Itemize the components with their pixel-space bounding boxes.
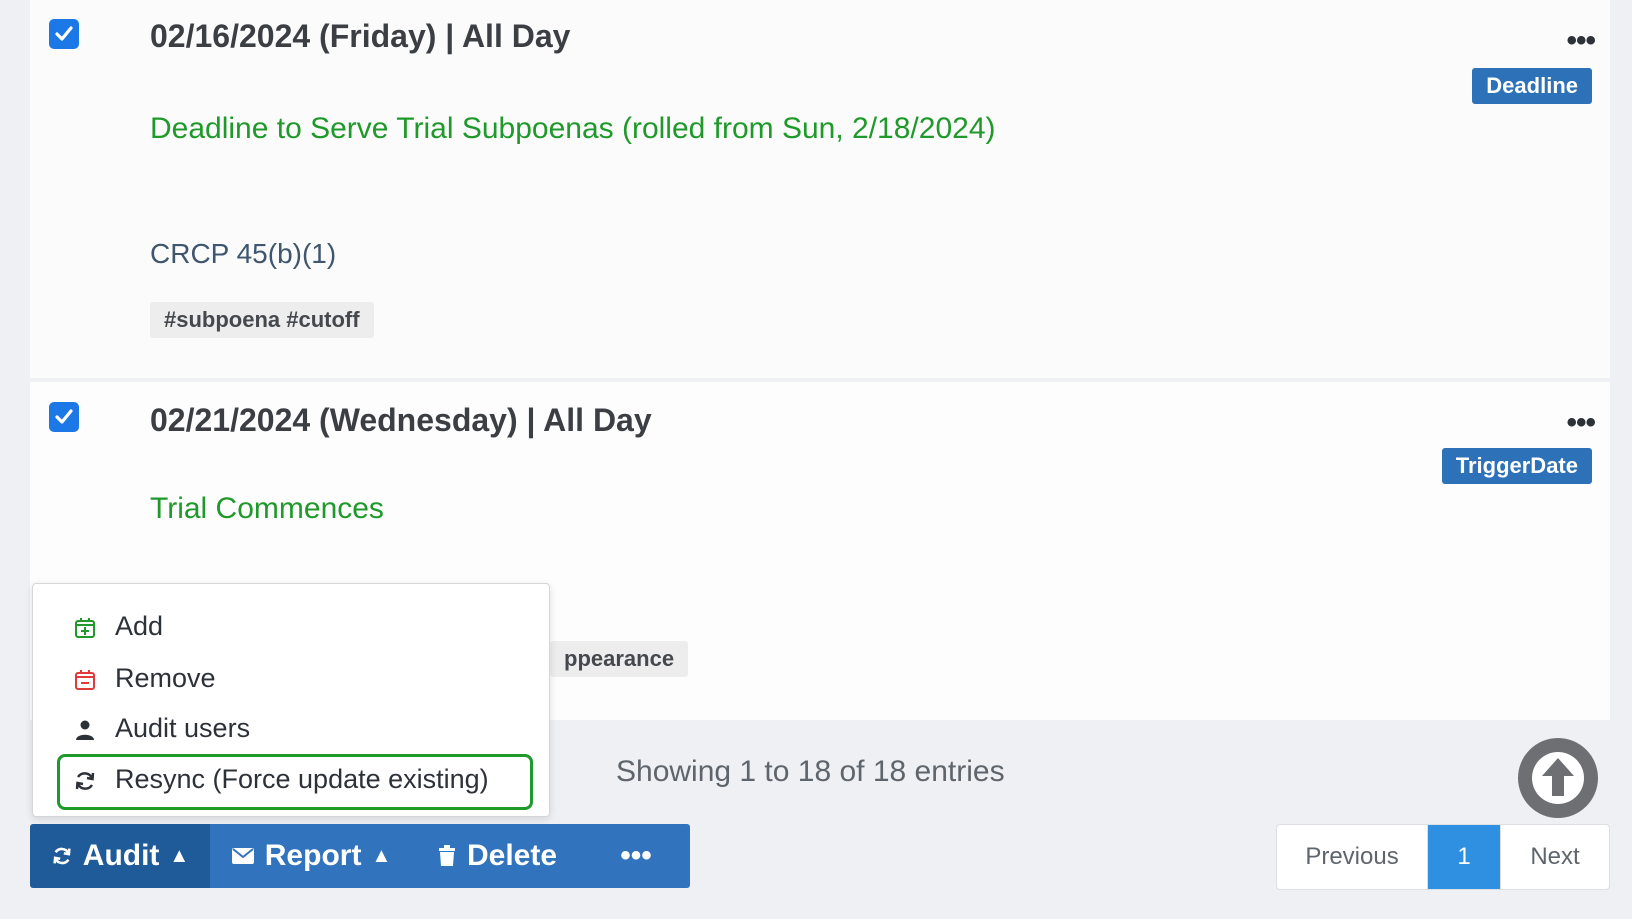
resync-label: Resync (Force update existing) xyxy=(115,764,489,794)
audit-dropdown-menu: Add Remove Audit users Resync (Force upd… xyxy=(32,583,550,817)
event-title[interactable]: Trial Commences xyxy=(150,492,384,526)
event-type-badge: Deadline xyxy=(1472,68,1592,104)
previous-page-button[interactable]: Previous xyxy=(1277,825,1427,889)
event-rule: CRCP 45(b)(1) xyxy=(150,238,337,269)
event-date: 02/21/2024 (Wednesday) | All Day xyxy=(150,402,652,438)
refresh-icon xyxy=(53,847,71,865)
bulk-action-toolbar: Audit ▲ Report ▲ Delete ••• xyxy=(30,824,690,888)
scroll-to-top-button[interactable] xyxy=(1518,738,1598,818)
report-button-label: Report xyxy=(264,839,362,872)
audit-button[interactable]: Audit ▲ xyxy=(30,824,210,888)
resync-item[interactable]: Resync (Force update existing) xyxy=(73,757,489,801)
event-title[interactable]: Deadline to Serve Trial Subpoenas (rolle… xyxy=(150,112,996,146)
user-icon xyxy=(73,718,101,742)
pagination: Previous 1 Next xyxy=(1276,824,1610,890)
audit-users-item[interactable]: Audit users xyxy=(73,706,250,750)
audit-remove-item[interactable]: Remove xyxy=(73,656,216,700)
audit-add-item[interactable]: Add xyxy=(73,604,163,648)
audit-remove-label: Remove xyxy=(115,663,216,693)
delete-button-label: Delete xyxy=(466,839,558,872)
more-options-icon[interactable]: ••• xyxy=(1566,24,1595,58)
select-checkbox[interactable] xyxy=(49,402,79,432)
event-tags: ppearance xyxy=(550,641,689,677)
page-1-button[interactable]: 1 xyxy=(1427,825,1500,889)
caret-up-icon: ▲ xyxy=(371,844,392,867)
caret-up-icon: ▲ xyxy=(169,844,190,867)
calendar-plus-icon xyxy=(73,616,101,640)
refresh-icon xyxy=(73,769,101,793)
event-tags: #subpoena #cutoff xyxy=(150,302,374,338)
envelope-icon xyxy=(231,848,254,864)
audit-button-label: Audit xyxy=(82,839,160,872)
select-checkbox[interactable] xyxy=(49,19,79,49)
report-button[interactable]: Report ▲ xyxy=(210,824,412,888)
event-entry: 02/16/2024 (Friday) | All Day ••• Deadli… xyxy=(30,0,1610,378)
trash-icon xyxy=(438,845,455,866)
arrow-up-icon xyxy=(1532,752,1584,804)
more-options-icon[interactable]: ••• xyxy=(1566,406,1595,440)
calendar-minus-icon xyxy=(73,668,101,692)
entries-count: Showing 1 to 18 of 18 entries xyxy=(616,755,1005,788)
delete-button[interactable]: Delete xyxy=(412,824,582,888)
event-date: 02/16/2024 (Friday) | All Day xyxy=(150,18,571,54)
more-actions-label: ••• xyxy=(620,839,652,872)
next-page-button[interactable]: Next xyxy=(1500,825,1609,889)
event-type-badge: TriggerDate xyxy=(1441,448,1592,484)
more-actions-button[interactable]: ••• xyxy=(582,824,690,888)
audit-add-label: Add xyxy=(115,611,164,641)
audit-users-label: Audit users xyxy=(115,713,251,743)
